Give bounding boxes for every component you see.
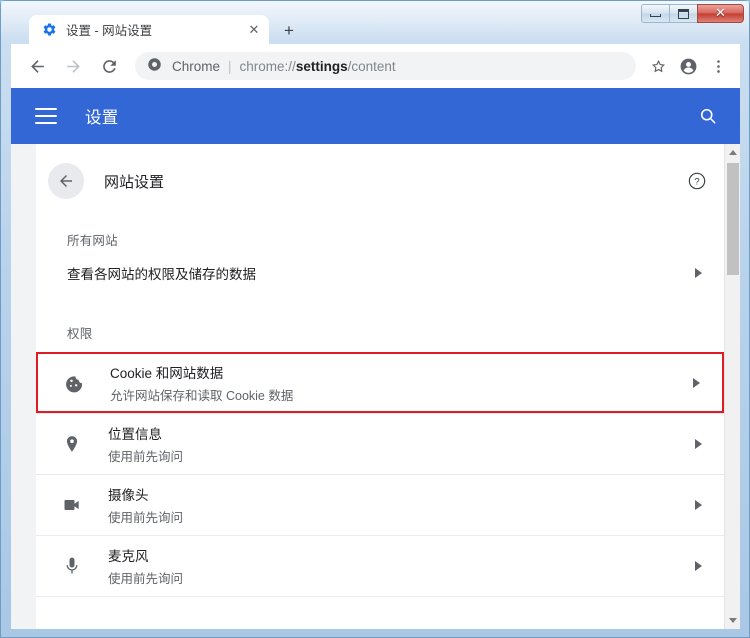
scrollbar-thumb[interactable]	[727, 163, 739, 275]
url-emphasis: settings	[295, 58, 348, 74]
group-label-all-sites: 所有网站	[67, 234, 118, 248]
permissions-list: Cookie 和网站数据 允许网站保存和读取 Cookie 数据 位置信息 使用…	[36, 352, 724, 597]
browser-toolbar: Chrome | chrome://settings/content	[11, 44, 740, 88]
video-camera-icon	[60, 493, 84, 517]
window-minimize-button[interactable]	[641, 4, 670, 23]
row-label: 查看各网站的权限及储存的数据	[67, 267, 256, 282]
back-button[interactable]	[23, 52, 51, 80]
row-text-block: 位置信息 使用前先询问	[108, 423, 183, 465]
settings-app-title: 设置	[85, 109, 119, 127]
row-text-block: Cookie 和网站数据 允许网站保存和读取 Cookie 数据	[110, 362, 293, 404]
chevron-right-icon	[693, 377, 700, 388]
row-subtitle: 使用前先询问	[108, 572, 184, 586]
back-to-settings-button[interactable]	[48, 163, 84, 199]
location-pin-icon	[60, 432, 84, 456]
row-location[interactable]: 位置信息 使用前先询问	[36, 413, 724, 474]
omnibox-separator: |	[228, 58, 232, 74]
chevron-right-icon	[695, 561, 702, 571]
row-title: 麦克风	[108, 549, 149, 564]
row-subtitle: 允许网站保存和读取 Cookie 数据	[110, 388, 294, 403]
reload-button[interactable]	[95, 52, 123, 80]
hamburger-menu-icon[interactable]	[35, 108, 57, 124]
row-camera[interactable]: 摄像头 使用前先询问	[36, 474, 724, 535]
minimize-icon	[650, 14, 661, 17]
cookie-icon	[62, 371, 86, 395]
group-label-permissions: 权限	[67, 327, 93, 341]
address-bar[interactable]: Chrome | chrome://settings/content	[135, 52, 636, 80]
browser-menu-icon[interactable]	[704, 52, 732, 80]
tab-close-icon[interactable]: ✕	[245, 21, 263, 39]
svg-text:?: ?	[694, 177, 699, 188]
scrollbar-down-arrow[interactable]	[725, 612, 740, 629]
chevron-right-icon	[695, 439, 702, 449]
browser-tab-settings[interactable]: 设置 - 网站设置 ✕	[29, 15, 269, 44]
settings-card: 网站设置 ? 所有网站 查看各网站的权限及储存的数据 权限 Cookie 和网站…	[36, 144, 724, 629]
page-scrollbar[interactable]	[724, 144, 740, 629]
new-tab-button[interactable]: +	[276, 19, 302, 43]
omnibox-url: chrome://settings/content	[240, 59, 396, 74]
close-icon: ✕	[715, 6, 726, 21]
triangle-down-icon	[729, 618, 737, 623]
microphone-icon	[60, 554, 84, 578]
chevron-right-icon	[695, 268, 702, 278]
settings-scroll-region: 网站设置 ? 所有网站 查看各网站的权限及储存的数据 权限 Cookie 和网站…	[11, 144, 724, 629]
row-cookies-and-site-data[interactable]: Cookie 和网站数据 允许网站保存和读取 Cookie 数据	[36, 352, 724, 413]
maximize-icon	[678, 8, 689, 19]
settings-header-bar: 设置	[11, 88, 740, 144]
url-prefix: chrome://	[239, 58, 296, 74]
profile-avatar-icon[interactable]	[674, 52, 702, 80]
settings-body: 网站设置 ? 所有网站 查看各网站的权限及储存的数据 权限 Cookie 和网站…	[11, 144, 740, 629]
search-icon[interactable]	[696, 104, 720, 128]
gear-icon	[41, 22, 57, 38]
tab-title: 设置 - 网站设置	[66, 24, 153, 38]
bookmark-star-icon[interactable]	[644, 52, 672, 80]
forward-button[interactable]	[59, 52, 87, 80]
chevron-right-icon	[695, 500, 702, 510]
row-title: Cookie 和网站数据	[110, 365, 224, 381]
row-microphone[interactable]: 麦克风 使用前先询问	[36, 535, 724, 596]
triangle-up-icon	[729, 150, 737, 155]
row-text-block: 摄像头 使用前先询问	[108, 484, 183, 526]
browser-window: ✕ 设置 - 网站设置 ✕ + Chrome | chrome://settin…	[0, 0, 750, 638]
page-title: 网站设置	[104, 173, 165, 191]
chrome-shield-icon	[147, 57, 162, 75]
row-view-site-permissions-and-data[interactable]: 查看各网站的权限及储存的数据	[36, 249, 724, 297]
section-header: 网站设置 ?	[36, 158, 724, 204]
help-icon[interactable]: ?	[686, 170, 708, 192]
settings-page: 设置 网站设置 ? 所有网站 查看各网站的权限及储存的数据 权限 Cookie …	[11, 88, 740, 629]
window-close-button[interactable]: ✕	[697, 4, 744, 23]
row-subtitle: 使用前先询问	[108, 450, 184, 464]
window-maximize-button[interactable]	[669, 4, 698, 23]
window-caption-buttons: ✕	[641, 4, 744, 23]
row-title: 摄像头	[108, 488, 149, 503]
row-title: 位置信息	[108, 427, 162, 442]
list-bottom-divider	[36, 596, 724, 597]
omnibox-scheme-label: Chrome	[172, 58, 221, 74]
scrollbar-up-arrow[interactable]	[725, 144, 740, 161]
url-suffix: /content	[347, 58, 396, 74]
tab-strip: 设置 - 网站设置 ✕ +	[11, 9, 599, 44]
row-subtitle: 使用前先询问	[108, 511, 184, 525]
row-text-block: 麦克风 使用前先询问	[108, 545, 183, 587]
